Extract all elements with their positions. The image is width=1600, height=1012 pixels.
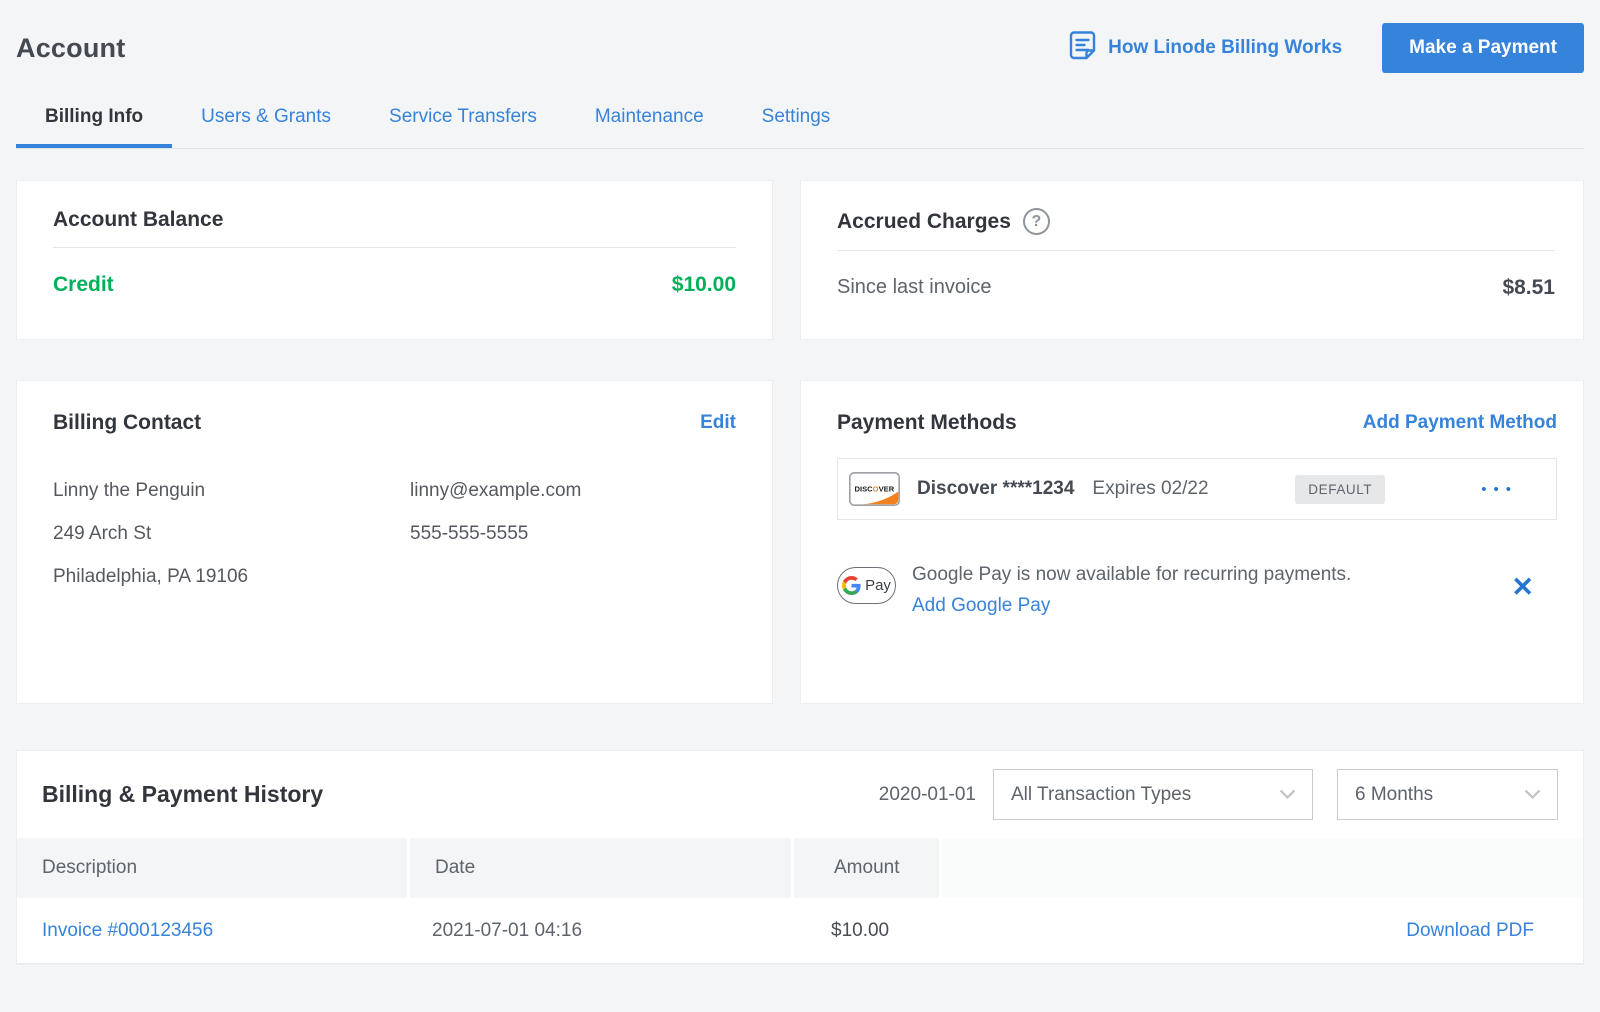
- google-pay-banner: Pay Google Pay is now available for recu…: [837, 564, 1557, 617]
- account-tabs: Billing Info Users & Grants Service Tran…: [16, 92, 1584, 149]
- how-linode-billing-works-label: How Linode Billing Works: [1108, 37, 1342, 59]
- transaction-type-select[interactable]: All Transaction Types: [993, 769, 1313, 820]
- history-start-date: 2020-01-01: [879, 784, 976, 806]
- page-title: Account: [16, 33, 125, 64]
- download-pdf-link[interactable]: Download PDF: [1406, 920, 1534, 941]
- divider: [53, 247, 736, 248]
- payment-method-row: DISCOVER Discover ****1234 Expires 02/22…: [837, 458, 1557, 520]
- contact-name: Linny the Penguin: [53, 481, 410, 500]
- tab-users-grants[interactable]: Users & Grants: [172, 92, 360, 148]
- invoice-date: 2021-07-01 04:16: [407, 898, 791, 964]
- column-header-amount: Amount: [791, 838, 939, 898]
- google-pay-icon-text: Pay: [865, 577, 891, 594]
- column-header-actions: [939, 838, 1583, 898]
- account-balance-title: Account Balance: [53, 208, 736, 232]
- column-header-date: Date: [407, 838, 791, 898]
- card-expiry: Expires 02/22: [1092, 478, 1208, 500]
- accrued-charges-card: Accrued Charges ? Since last invoice $8.…: [800, 180, 1584, 340]
- billing-history-table: Description Date Amount Invoice #0001234…: [17, 838, 1583, 964]
- invoice-amount: $10.00: [791, 898, 939, 964]
- tab-billing-info[interactable]: Billing Info: [16, 92, 172, 148]
- contact-email: linny@example.com: [410, 481, 581, 500]
- divider: [837, 250, 1555, 251]
- table-header-row: Description Date Amount: [17, 838, 1583, 898]
- tab-maintenance[interactable]: Maintenance: [566, 92, 733, 148]
- credit-label: Credit: [53, 273, 114, 297]
- invoice-link[interactable]: Invoice #000123456: [42, 920, 213, 941]
- billing-doc-icon: [1069, 31, 1096, 66]
- column-header-description: Description: [17, 838, 407, 898]
- time-range-select[interactable]: 6 Months: [1337, 769, 1558, 820]
- help-icon[interactable]: ?: [1023, 208, 1050, 235]
- tab-settings[interactable]: Settings: [733, 92, 860, 148]
- transaction-type-value: All Transaction Types: [1011, 784, 1191, 806]
- contact-phone: 555-555-5555: [410, 524, 581, 543]
- payment-methods-card: Payment Methods Add Payment Method DISCO…: [800, 380, 1584, 704]
- contact-info: Linny the Penguin 249 Arch St Philadelph…: [53, 481, 736, 610]
- make-a-payment-button[interactable]: Make a Payment: [1382, 23, 1584, 73]
- contact-address-1: 249 Arch St: [53, 524, 410, 543]
- payment-method-menu-icon[interactable]: •••: [1481, 482, 1518, 497]
- card-label: Discover ****1234: [917, 478, 1074, 500]
- accrued-charges-title: Accrued Charges: [837, 210, 1011, 234]
- payment-methods-title: Payment Methods: [837, 411, 1017, 435]
- google-pay-message: Google Pay is now available for recurrin…: [912, 564, 1351, 586]
- page-header: Account How Linode Billing Works Make a …: [16, 0, 1584, 74]
- billing-contact-card: Billing Contact Edit Linny the Penguin 2…: [16, 380, 773, 704]
- accrued-amount: $8.51: [1502, 276, 1555, 300]
- account-page: Account How Linode Billing Works Make a …: [0, 0, 1600, 965]
- chevron-down-icon: [1279, 789, 1296, 800]
- add-payment-method-button[interactable]: Add Payment Method: [1363, 412, 1557, 434]
- billing-history-title: Billing & Payment History: [42, 781, 323, 808]
- contact-address-2: Philadelphia, PA 19106: [53, 567, 410, 586]
- table-row: Invoice #000123456 2021-07-01 04:16 $10.…: [17, 898, 1583, 964]
- billing-history-card: Billing & Payment History 2020-01-01 All…: [16, 750, 1584, 965]
- tab-service-transfers[interactable]: Service Transfers: [360, 92, 566, 148]
- add-google-pay-link[interactable]: Add Google Pay: [912, 595, 1050, 616]
- history-filters: 2020-01-01 All Transaction Types 6 Month…: [879, 769, 1558, 820]
- google-pay-icon: Pay: [837, 567, 896, 604]
- account-balance-card: Account Balance Credit $10.00: [16, 180, 773, 340]
- billing-contact-title: Billing Contact: [53, 411, 201, 435]
- discover-card-icon: DISCOVER: [849, 472, 900, 506]
- how-linode-billing-works-link[interactable]: How Linode Billing Works: [1069, 31, 1342, 66]
- contact-payment-row: Billing Contact Edit Linny the Penguin 2…: [16, 380, 1584, 704]
- default-badge: DEFAULT: [1295, 475, 1385, 504]
- svg-text:DISCOVER: DISCOVER: [855, 485, 895, 494]
- time-range-value: 6 Months: [1355, 784, 1433, 806]
- edit-billing-contact-button[interactable]: Edit: [700, 412, 736, 434]
- balance-cards-row: Account Balance Credit $10.00 Accrued Ch…: [16, 180, 1584, 340]
- chevron-down-icon: [1524, 789, 1541, 800]
- close-icon[interactable]: ✕: [1511, 574, 1534, 601]
- credit-amount: $10.00: [672, 273, 736, 297]
- header-actions: How Linode Billing Works Make a Payment: [1069, 23, 1584, 73]
- since-last-invoice-label: Since last invoice: [837, 276, 992, 300]
